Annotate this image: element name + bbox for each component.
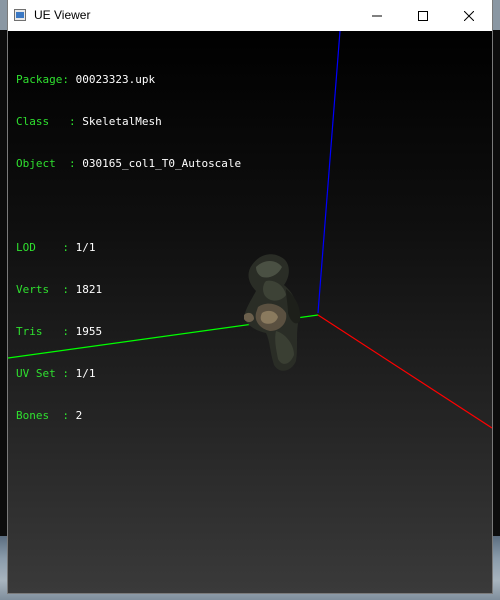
info-object-label: Object : bbox=[16, 157, 83, 170]
info-class-row: Class : SkeletalMesh bbox=[16, 115, 241, 129]
minimize-button[interactable] bbox=[354, 0, 400, 31]
info-bones-row: Bones : 2 bbox=[16, 409, 241, 423]
info-class-label: Class : bbox=[16, 115, 83, 128]
x-axis-line bbox=[317, 314, 492, 429]
maximize-button[interactable] bbox=[400, 0, 446, 31]
info-object-value: 030165_col1_T0_Autoscale bbox=[82, 157, 242, 170]
info-uvset-value: 1/1 bbox=[75, 367, 96, 380]
info-class-value: SkeletalMesh bbox=[82, 115, 162, 128]
app-icon bbox=[14, 9, 26, 21]
info-uvset-label: UV Set : bbox=[16, 367, 76, 380]
3d-viewport[interactable]: Package: 00023323.upk Class : SkeletalMe… bbox=[8, 31, 492, 593]
skeletal-mesh-model bbox=[244, 254, 301, 371]
maximize-icon bbox=[418, 10, 428, 21]
mesh-info-panel: Package: 00023323.upk Class : SkeletalMe… bbox=[16, 45, 241, 451]
info-bones-label: Bones : bbox=[16, 409, 76, 422]
info-tris-label: Tris : bbox=[16, 325, 76, 338]
close-button[interactable] bbox=[446, 0, 492, 31]
info-package-label: Package: bbox=[16, 73, 76, 86]
info-lod-value: 1/1 bbox=[75, 241, 96, 254]
info-object-row: Object : 030165_col1_T0_Autoscale bbox=[16, 157, 241, 171]
info-tris-row: Tris : 1955 bbox=[16, 325, 241, 339]
z-axis-line bbox=[317, 31, 341, 314]
window-title: UE Viewer bbox=[34, 8, 91, 22]
minimize-icon bbox=[372, 15, 382, 16]
info-tris-value: 1955 bbox=[75, 325, 103, 338]
info-bones-value: 2 bbox=[75, 409, 83, 422]
close-icon bbox=[464, 10, 474, 21]
info-verts-label: Verts : bbox=[16, 283, 76, 296]
info-package-value: 00023323.upk bbox=[75, 73, 156, 86]
info-verts-row: Verts : 1821 bbox=[16, 283, 241, 297]
info-package-row: Package: 00023323.upk bbox=[16, 73, 241, 87]
info-uvset-row: UV Set : 1/1 bbox=[16, 367, 241, 381]
ue-viewer-window: UE Viewer Package: 00023323.upk Class: … bbox=[8, 0, 492, 593]
info-lod-label: LOD : bbox=[16, 241, 76, 254]
info-lod-row: LOD : 1/1 bbox=[16, 241, 241, 255]
title-bar[interactable]: UE Viewer bbox=[8, 0, 492, 31]
info-verts-value: 1821 bbox=[75, 283, 103, 296]
